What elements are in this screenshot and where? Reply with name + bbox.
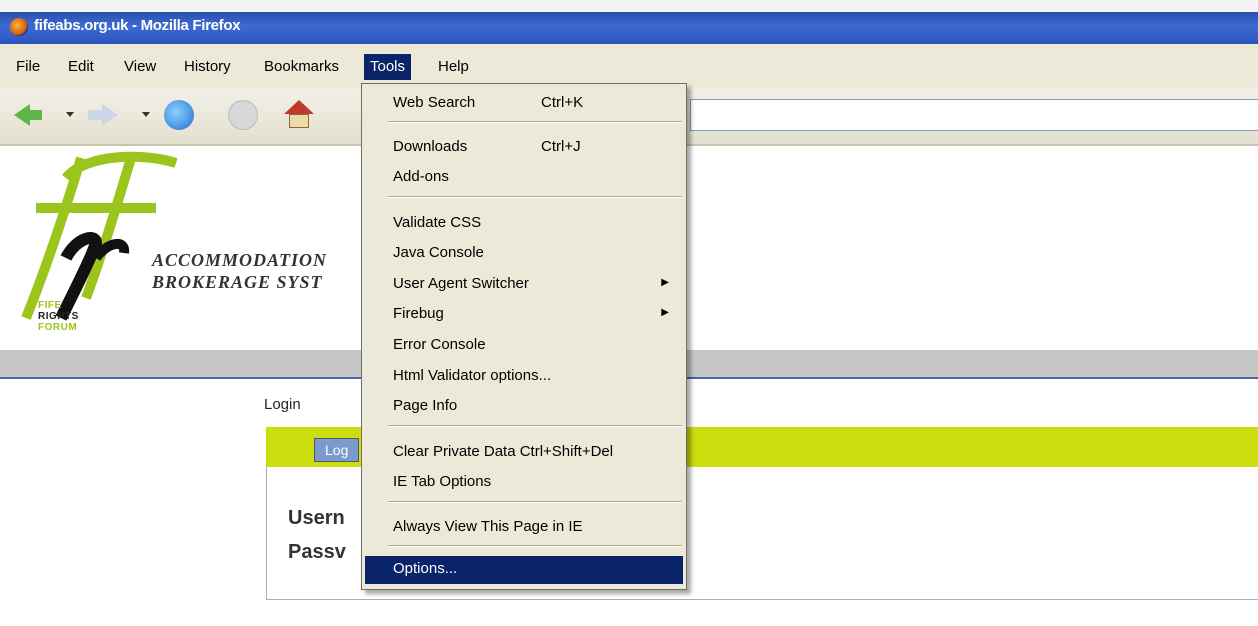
- menu-item-downloads[interactable]: Downloads Ctrl+J: [365, 134, 683, 160]
- menu-file[interactable]: File: [10, 54, 46, 80]
- title-bar: fifeabs.org.uk - Mozilla Firefox: [0, 0, 1258, 44]
- password-label: Passv: [288, 541, 346, 563]
- username-label: Usern: [288, 507, 345, 529]
- reload-icon[interactable]: [164, 100, 194, 130]
- menu-item-user-agent-switcher[interactable]: User Agent Switcher ▶: [365, 271, 683, 297]
- menu-history[interactable]: History: [178, 54, 237, 80]
- menu-separator: [388, 196, 682, 198]
- forward-arrow-icon[interactable]: [88, 100, 118, 130]
- menu-item-ie-tab-options[interactable]: IE Tab Options: [365, 469, 683, 495]
- menu-separator: [388, 501, 682, 503]
- firefox-icon: [10, 18, 28, 36]
- stop-icon[interactable]: [228, 100, 258, 130]
- back-dropdown-icon[interactable]: [66, 112, 74, 117]
- site-title-line2: BROKERAGE SYST: [152, 272, 323, 292]
- shortcut-label: Ctrl+K: [541, 94, 584, 111]
- menu-item-always-view-in-ie[interactable]: Always View This Page in IE: [365, 514, 683, 540]
- menu-bookmarks[interactable]: Bookmarks: [258, 54, 345, 80]
- url-bar[interactable]: [690, 99, 1258, 131]
- menu-item-options[interactable]: Options...: [365, 556, 683, 584]
- menu-help[interactable]: Help: [432, 54, 475, 80]
- menu-tools[interactable]: Tools: [364, 54, 412, 80]
- menu-item-java-console[interactable]: Java Console: [365, 240, 683, 266]
- tools-menu-dropdown: Web Search Ctrl+K Downloads Ctrl+J Add-o…: [361, 83, 687, 590]
- shortcut-label: Ctrl+J: [541, 138, 581, 155]
- forward-dropdown-icon[interactable]: [142, 112, 150, 117]
- menu-item-web-search[interactable]: Web Search Ctrl+K: [365, 90, 683, 116]
- logo-text-fife: FIFE: [38, 300, 62, 311]
- menu-item-clear-private-data[interactable]: Clear Private Data Ctrl+Shift+Del: [365, 439, 683, 465]
- menu-item-error-console[interactable]: Error Console: [365, 332, 683, 358]
- home-icon[interactable]: [284, 100, 314, 130]
- submenu-arrow-icon: ▶: [661, 277, 669, 288]
- login-tab[interactable]: Log: [314, 438, 360, 462]
- fife-rights-forum-logo: [21, 151, 178, 321]
- logo-text-rights: RIGHTS: [38, 311, 79, 322]
- submenu-arrow-icon: ▶: [661, 307, 669, 318]
- menu-item-validate-css[interactable]: Validate CSS: [365, 210, 683, 236]
- menu-view[interactable]: View: [118, 54, 162, 80]
- breadcrumb: Login: [264, 396, 301, 413]
- menu-separator: [388, 121, 682, 123]
- menu-item-page-info[interactable]: Page Info: [365, 393, 683, 419]
- menu-item-firebug[interactable]: Firebug ▶: [365, 301, 683, 327]
- back-arrow-icon[interactable]: [14, 100, 44, 130]
- menu-item-html-validator-options[interactable]: Html Validator options...: [365, 363, 683, 389]
- logo-text-forum: FORUM: [38, 322, 78, 333]
- menu-item-add-ons[interactable]: Add-ons: [365, 164, 683, 190]
- site-title-line1: ACCOMMODATION: [152, 250, 328, 270]
- menu-separator: [388, 545, 682, 547]
- window-title: fifeabs.org.uk - Mozilla Firefox: [34, 17, 241, 34]
- menu-separator: [388, 425, 682, 427]
- menu-edit[interactable]: Edit: [62, 54, 100, 80]
